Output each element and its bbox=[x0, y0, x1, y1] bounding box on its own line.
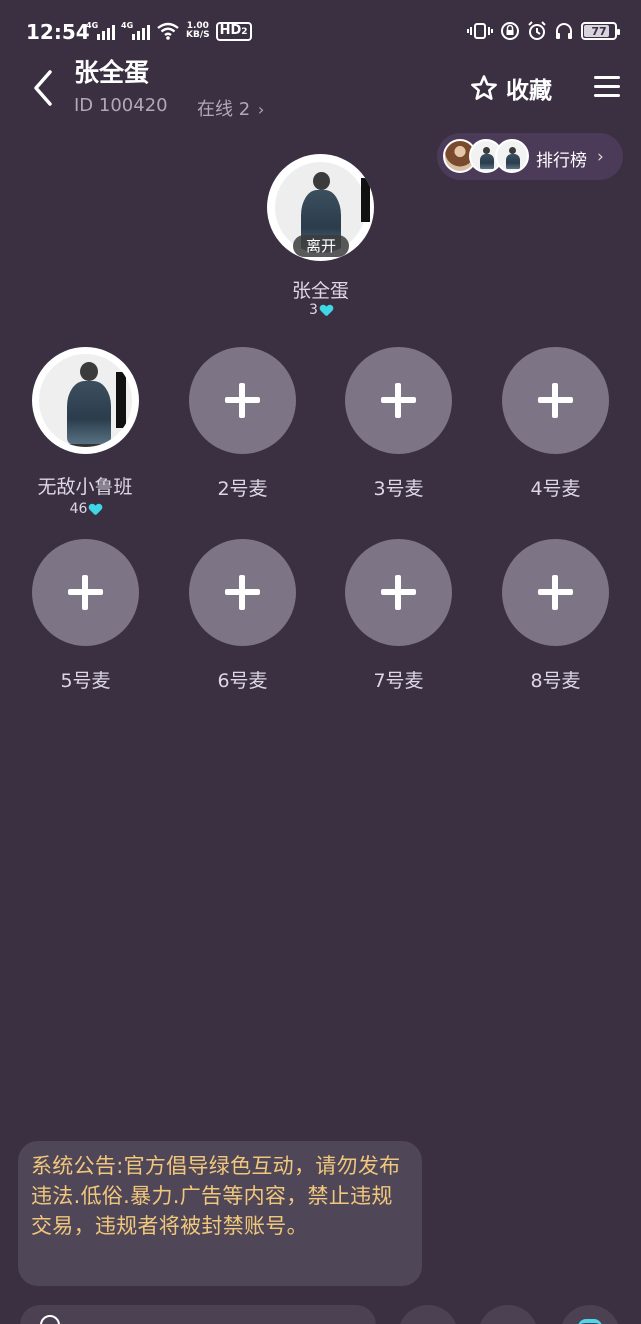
alarm-icon bbox=[528, 21, 546, 40]
seat-label: 3号麦 bbox=[373, 478, 424, 500]
host-heart-count: 3 bbox=[0, 302, 641, 318]
add-seat-button[interactable] bbox=[345, 347, 452, 454]
emoji-icon bbox=[40, 1315, 60, 1324]
menu-icon[interactable] bbox=[594, 76, 620, 98]
mic-seat-2[interactable]: 2号麦 bbox=[189, 347, 296, 501]
ranking-label: 排行榜 bbox=[536, 151, 587, 171]
seat-avatar[interactable] bbox=[32, 347, 139, 454]
add-seat-button[interactable] bbox=[189, 347, 296, 454]
status-time: 12:54 bbox=[26, 20, 90, 44]
status-right-icons: 77 bbox=[467, 21, 620, 41]
chevron-right-icon: › bbox=[597, 147, 604, 167]
gift-button[interactable] bbox=[560, 1305, 620, 1324]
favorite-label: 收藏 bbox=[506, 78, 552, 104]
seat-label: 7号麦 bbox=[373, 670, 424, 692]
mic-seat-6[interactable]: 6号麦 bbox=[189, 539, 296, 693]
headphones-icon bbox=[556, 23, 572, 39]
wifi-icon bbox=[157, 22, 179, 40]
chat-input-button[interactable] bbox=[20, 1305, 376, 1324]
seat-name: 无敌小鲁班 bbox=[37, 476, 133, 498]
add-seat-button[interactable] bbox=[502, 539, 609, 646]
heart-icon bbox=[89, 504, 101, 515]
mic-toggle-button[interactable] bbox=[398, 1305, 458, 1324]
seat-label: 8号麦 bbox=[530, 670, 581, 692]
mic-seat-8[interactable]: 8号麦 bbox=[502, 539, 609, 693]
mic-seat-1[interactable]: 无敌小鲁班 46 bbox=[32, 347, 139, 517]
message-button[interactable] bbox=[478, 1305, 538, 1324]
star-icon bbox=[471, 75, 497, 100]
chevron-right-icon: › bbox=[257, 100, 265, 119]
favorite-button[interactable]: 收藏 bbox=[470, 71, 552, 105]
mic-seat-7[interactable]: 7号麦 bbox=[345, 539, 452, 693]
seat-label: 6号麦 bbox=[217, 670, 268, 692]
vibrate-icon bbox=[467, 23, 493, 39]
add-seat-button[interactable] bbox=[345, 539, 452, 646]
room-id: ID 100420 bbox=[74, 95, 168, 116]
lock-rotation-icon bbox=[501, 22, 519, 40]
status-left-icons: 4G 4G 1.00 KB/S HD2 bbox=[86, 21, 252, 41]
hd-icon: HD2 bbox=[215, 21, 252, 41]
network-speed: 1.00 KB/S bbox=[186, 21, 210, 40]
ranking-avatar bbox=[495, 139, 529, 173]
signal-icon: 4G bbox=[86, 21, 115, 40]
system-notice: 系统公告:官方倡导绿色互动，请勿发布违法.低俗.暴力.广告等内容，禁止违规交易，… bbox=[18, 1141, 422, 1286]
seat-label: 5号麦 bbox=[60, 670, 111, 692]
mic-seat-3[interactable]: 3号麦 bbox=[345, 347, 452, 501]
back-button[interactable] bbox=[26, 66, 60, 110]
host-status-badge: 离开 bbox=[293, 235, 349, 257]
heart-icon bbox=[320, 305, 332, 316]
add-seat-button[interactable] bbox=[32, 539, 139, 646]
host-name: 张全蛋 bbox=[291, 280, 349, 302]
seat-heart-count: 46 bbox=[32, 501, 139, 517]
seat-label: 4号麦 bbox=[530, 478, 581, 500]
mic-seat-4[interactable]: 4号麦 bbox=[502, 347, 609, 501]
signal-icon: 4G bbox=[121, 21, 150, 40]
ranking-button[interactable]: 排行榜 › bbox=[437, 133, 623, 180]
battery-icon: 77 bbox=[581, 22, 620, 40]
add-seat-button[interactable] bbox=[502, 347, 609, 454]
online-count-link[interactable]: 在线 2 › bbox=[197, 95, 264, 121]
room-title: 张全蛋 bbox=[74, 58, 150, 87]
gift-icon bbox=[578, 1319, 602, 1324]
mic-seat-5[interactable]: 5号麦 bbox=[32, 539, 139, 693]
add-seat-button[interactable] bbox=[189, 539, 296, 646]
system-notice-text: 系统公告:官方倡导绿色互动，请勿发布违法.低俗.暴力.广告等内容，禁止违规交易，… bbox=[31, 1154, 401, 1238]
seat-label: 2号麦 bbox=[217, 478, 268, 500]
